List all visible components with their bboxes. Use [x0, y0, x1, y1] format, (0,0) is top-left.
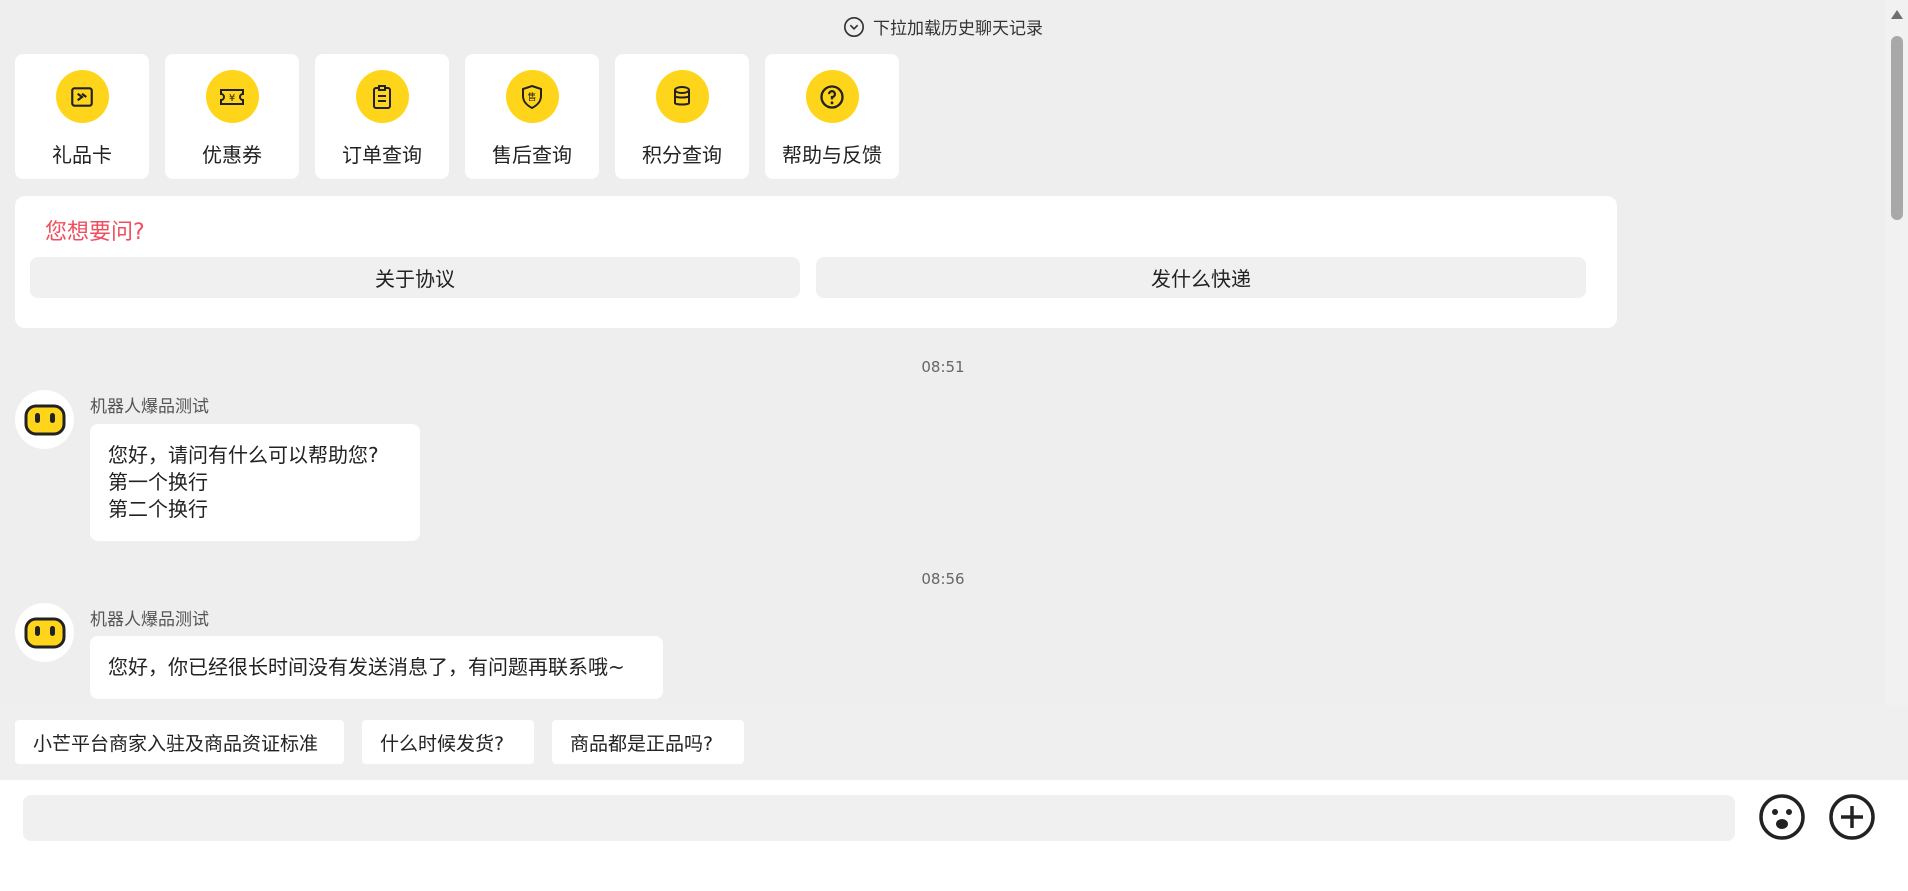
gift-card-icon [55, 70, 109, 123]
message-sender-name: 机器人爆品测试 [90, 610, 209, 630]
load-history-hint[interactable]: 下拉加载历史聊天记录 [0, 14, 1886, 39]
message-line: 您好，你已经很长时间没有发送消息了，有问题再联系哦~ [108, 655, 625, 679]
svg-text:售: 售 [527, 91, 536, 103]
message-bubble: 您好，你已经很长时间没有发送消息了，有问题再联系哦~ [90, 636, 663, 699]
quick-card-after-sales[interactable]: 售 售后查询 [465, 54, 599, 179]
after-sales-shield-icon: 售 [505, 70, 559, 123]
message-line: 第一个换行 [108, 470, 208, 494]
scroll-up-arrow-icon[interactable] [1891, 10, 1903, 19]
chevron-down-circle-icon [844, 16, 864, 37]
faq-suggestion-panel: 您想要问? 关于协议 发什么快递 [15, 196, 1617, 328]
robot-avatar [15, 390, 74, 449]
quick-card-coupon[interactable]: ¥ 优惠券 [165, 54, 299, 179]
message-timestamp: 08:56 [921, 570, 965, 588]
faq-panel-title: 您想要问? [45, 220, 145, 245]
help-question-icon [805, 70, 859, 123]
quick-card-help-feedback[interactable]: 帮助与反馈 [765, 54, 899, 179]
message-bubble: 您好，请问有什么可以帮助您? 第一个换行 第二个换行 [90, 424, 420, 541]
coupon-icon: ¥ [205, 70, 259, 123]
emoji-icon[interactable] [1757, 792, 1807, 842]
message-timestamp: 08:51 [921, 358, 965, 376]
quick-service-cards: 礼品卡 ¥ 优惠券 订单查询 售 售后查询 积分查询 帮助与反馈 [15, 54, 899, 179]
quick-reply-shipping-time[interactable]: 什么时候发货? [362, 720, 534, 764]
quick-reply-merchant-standards[interactable]: 小芒平台商家入驻及商品资证标准 [15, 720, 344, 764]
faq-option-agreement[interactable]: 关于协议 [30, 257, 800, 298]
message-sender-name: 机器人爆品测试 [90, 397, 209, 417]
chat-scrollbar[interactable] [1886, 0, 1908, 705]
quick-reply-authentic-goods[interactable]: 商品都是正品吗? [552, 720, 744, 764]
scrollbar-thumb[interactable] [1891, 36, 1903, 220]
message-input[interactable] [23, 795, 1735, 841]
quick-card-label: 积分查询 [642, 143, 722, 167]
load-history-label: 下拉加载历史聊天记录 [873, 19, 1043, 39]
quick-card-label: 订单查询 [342, 143, 422, 167]
robot-avatar [15, 603, 74, 662]
quick-card-label: 帮助与反馈 [782, 143, 882, 167]
robot-icon [24, 404, 65, 435]
quick-card-label: 礼品卡 [52, 143, 112, 167]
faq-option-courier[interactable]: 发什么快递 [816, 257, 1586, 298]
quick-card-gift-card[interactable]: 礼品卡 [15, 54, 149, 179]
message-input-bar [0, 780, 1908, 891]
quick-card-points[interactable]: 积分查询 [615, 54, 749, 179]
svg-text:¥: ¥ [229, 93, 235, 104]
robot-icon [24, 617, 65, 648]
message-line: 您好，请问有什么可以帮助您? [108, 443, 379, 467]
plus-circle-icon[interactable] [1827, 792, 1877, 842]
quick-card-order-query[interactable]: 订单查询 [315, 54, 449, 179]
points-coins-icon [655, 70, 709, 123]
quick-card-label: 优惠券 [202, 143, 262, 167]
chat-message-area[interactable]: 下拉加载历史聊天记录 礼品卡 ¥ 优惠券 订单查询 售 售后查询 积分查询 帮助… [0, 0, 1886, 705]
message-line: 第二个换行 [108, 497, 208, 521]
quick-card-label: 售后查询 [492, 143, 572, 167]
order-clipboard-icon [355, 70, 409, 123]
quick-reply-bar: 小芒平台商家入驻及商品资证标准 什么时候发货? 商品都是正品吗? [0, 705, 1908, 780]
